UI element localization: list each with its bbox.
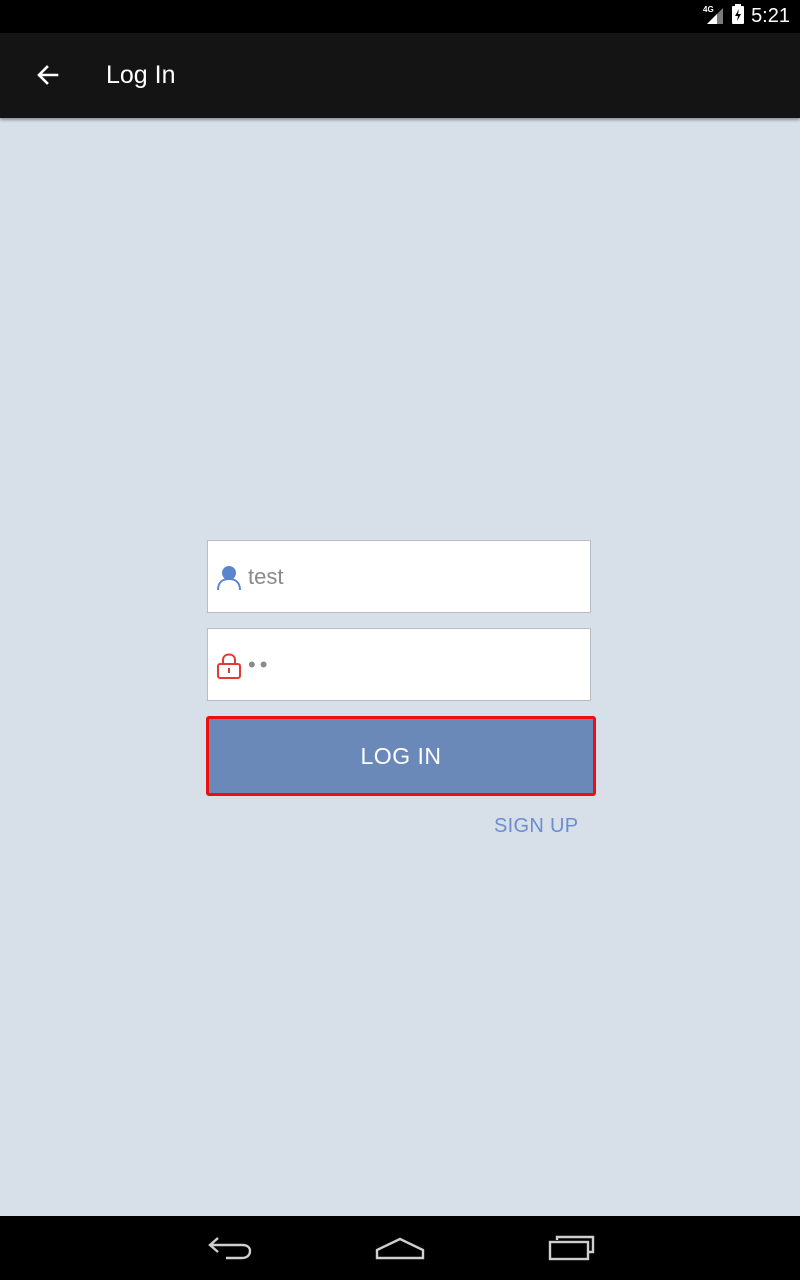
nav-recents-icon [548,1235,595,1261]
signup-link[interactable]: SIGN UP [494,812,578,840]
nav-back-button[interactable] [202,1230,258,1266]
page-title: Log In [106,61,176,89]
app-bar: Log In [0,33,800,118]
password-input[interactable] [248,629,578,700]
back-button[interactable] [28,55,68,95]
nav-home-icon [375,1237,425,1260]
nav-home-button[interactable] [372,1230,428,1266]
arrow-left-icon [37,65,59,85]
status-bar: 4G 5:21 [0,0,800,33]
nav-recents-button[interactable] [543,1230,599,1266]
status-time: 5:21 [751,5,790,27]
lock-icon [216,653,242,679]
login-button[interactable]: LOG IN [206,716,596,796]
status-icons: 4G 5:21 [703,0,790,33]
navigation-bar [0,1216,800,1280]
username-field[interactable] [207,540,591,613]
network-type-label: 4G [703,5,714,14]
nav-back-icon [208,1237,252,1260]
password-field[interactable] [207,628,591,701]
signal-icon: 4G [703,3,725,30]
battery-icon [731,3,745,30]
user-icon [216,565,242,591]
username-input[interactable] [248,541,578,612]
